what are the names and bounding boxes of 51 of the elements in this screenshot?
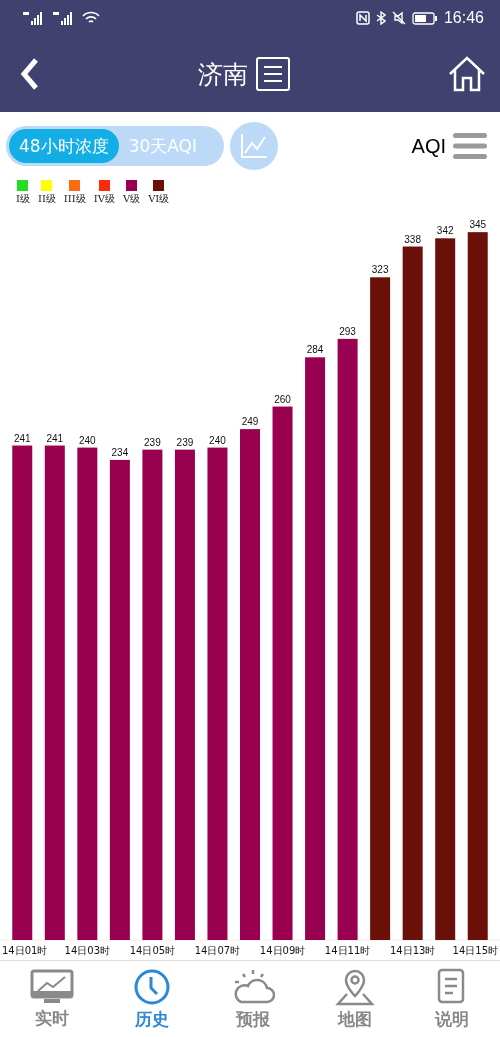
- monitor-chart-icon: [29, 968, 74, 1005]
- value-label: 284: [306, 344, 324, 356]
- axis-label: 14日15时: [452, 945, 498, 956]
- battery-icon: [411, 11, 438, 25]
- status-time: 16:46: [443, 9, 484, 27]
- clock-icon: [133, 967, 172, 1006]
- value-label: 240: [209, 434, 226, 446]
- value-label: 234: [111, 446, 129, 458]
- axis-label: 14日09时: [259, 945, 306, 956]
- value-label: 240: [79, 434, 96, 446]
- axis-label: 14日11时: [324, 945, 371, 956]
- axis-label: 14日07时: [194, 945, 241, 956]
- axis-label: 14日13时: [389, 945, 436, 956]
- nav-tab[interactable]: 说明: [434, 967, 471, 1031]
- nav-tab[interactable]: 地图: [334, 967, 375, 1031]
- legend-label: III级: [63, 192, 86, 206]
- list-icon[interactable]: [256, 57, 290, 91]
- bluetooth-icon: [375, 11, 386, 25]
- value-label: 342: [436, 225, 454, 237]
- value-label: 249: [241, 416, 259, 428]
- legend-label: IV级: [93, 192, 115, 206]
- line-chart-icon: [239, 132, 269, 160]
- value-label: 241: [46, 432, 64, 444]
- back-icon[interactable]: [20, 57, 40, 91]
- nfc-icon: [355, 11, 370, 25]
- axis-label: 14日03时: [64, 945, 111, 956]
- nav-tab[interactable]: 实时: [29, 968, 74, 1030]
- value-label: 241: [13, 432, 31, 444]
- legend-label: V级: [122, 192, 141, 206]
- value-label: 323: [371, 264, 389, 276]
- home-icon[interactable]: [448, 56, 486, 92]
- menu-icon[interactable]: [452, 131, 488, 161]
- nav-tab[interactable]: 历史: [133, 967, 172, 1031]
- value-label: 345: [469, 219, 487, 231]
- value-label: 338: [404, 233, 421, 245]
- axis-label: 14日01时: [2, 945, 48, 956]
- legend-label: II级: [37, 192, 56, 206]
- nav-tab[interactable]: 预报: [231, 967, 275, 1031]
- value-label: 239: [176, 436, 194, 448]
- value-label: 293: [339, 325, 356, 337]
- mute-icon: [391, 11, 406, 25]
- metric-label: AQI: [411, 134, 446, 158]
- legend-label: VI级: [148, 192, 170, 206]
- value-label: 239: [144, 436, 161, 448]
- value-label: 260: [274, 393, 291, 405]
- axis-label: 14日05时: [129, 945, 176, 956]
- legend-label: I级: [16, 192, 30, 206]
- wifi-icon: [82, 11, 100, 25]
- city-title: 济南: [198, 58, 248, 91]
- view-tab[interactable]: 48小时浓度: [9, 129, 119, 163]
- map-pin-icon: [334, 967, 375, 1006]
